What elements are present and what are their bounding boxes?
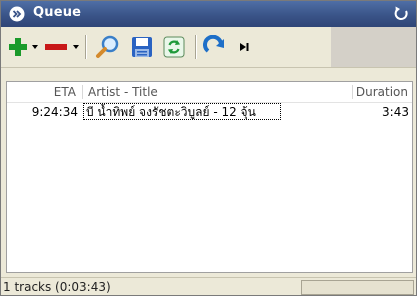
row-eta: 9:24:34 [31,105,78,119]
remove-dropdown-arrow[interactable] [71,33,81,61]
toolbar-separator [195,35,197,59]
add-dropdown-arrow[interactable] [30,33,40,61]
row-title: บี น้ำทิพย์ จงรัชตะวิบูลย์ - 12 จุ้น [83,103,281,120]
refresh-button[interactable] [161,33,187,61]
queue-list[interactable]: ETA Artist - Title Duration 9:24:34 บี น… [6,81,413,273]
back-arrow-icon[interactable] [392,5,410,23]
column-header-eta[interactable]: ETA [7,82,82,102]
magnifier-icon [96,35,119,58]
add-button[interactable] [7,33,29,61]
play-next-button[interactable] [233,33,255,61]
refresh-icon [163,36,185,58]
chevron-double-icon[interactable] [9,6,25,22]
repeat-button[interactable] [201,33,229,61]
queue-window: Queue ETA Artist - Title Duration 9:24:3… [0,0,417,296]
status-panel [301,280,414,295]
floppy-disk-icon [132,37,152,57]
toolbar [1,27,416,68]
toolbar-filler [331,27,416,67]
skip-icon [240,43,249,51]
repeat-arrow-icon [203,35,224,53]
row-duration: 3:43 [382,105,409,119]
search-button[interactable] [93,33,123,61]
column-header-duration[interactable]: Duration [352,82,412,102]
status-bar: 1 tracks (0:03:43) [1,277,416,295]
chevron-down-icon [32,45,38,49]
title-bar[interactable]: Queue [1,1,416,27]
window-title: Queue [33,5,82,20]
save-button[interactable] [129,33,155,61]
minus-icon [45,44,67,50]
table-row[interactable]: 9:24:34 บี น้ำทิพย์ จงรัชตะวิบูลย์ - 12 … [7,103,412,121]
status-text: 1 tracks (0:03:43) [3,280,111,294]
plus-icon [9,38,27,56]
toolbar-separator [85,35,87,59]
column-header-title[interactable]: Artist - Title [82,82,352,102]
chevron-down-icon [73,45,79,49]
list-header: ETA Artist - Title Duration [7,82,412,103]
remove-button[interactable] [43,33,69,61]
